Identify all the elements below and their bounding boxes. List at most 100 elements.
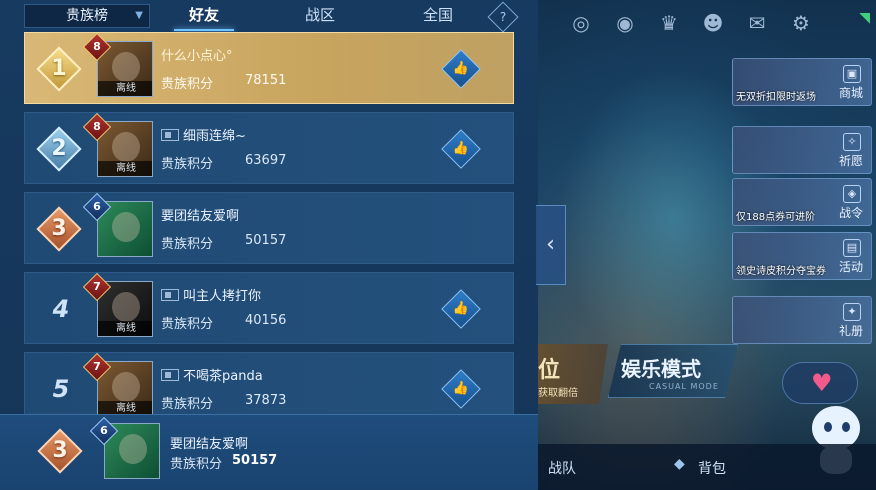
- mascot-eye: [824, 422, 832, 432]
- friends-icon[interactable]: ☻: [700, 10, 726, 36]
- spiral-icon[interactable]: ◎: [568, 10, 594, 36]
- side-card-battle-pass[interactable]: ◈ 仅188点券可进阶 战令: [732, 178, 872, 226]
- avatar-face: [112, 132, 140, 162]
- heart-bubble[interactable]: ♥: [782, 362, 858, 404]
- leaderboard-row[interactable]: 2 离线 8 细雨连绵~ 贵族积分 63697 👍: [24, 112, 514, 184]
- score-value: 40156: [245, 313, 287, 328]
- leaderboard-panel: 贵族榜 ▼ 好友 战区 全国 ? 1 离线 8 什么小点心° 贵族积分 7815…: [0, 0, 538, 490]
- casual-mode-subtitle: CASUAL MODE: [649, 382, 719, 391]
- eye-icon[interactable]: ◉: [612, 10, 638, 36]
- player-name-text: 要团结友爱啊: [161, 209, 240, 224]
- message-icon[interactable]: [161, 289, 179, 301]
- ranked-mode-button[interactable]: 位 获取翻倍: [538, 344, 608, 404]
- side-card-button-label: 祈愿: [838, 154, 863, 168]
- collapse-panel-button[interactable]: ‹: [536, 205, 566, 285]
- shop-icon: ▣: [843, 65, 861, 83]
- avatar-face: [119, 434, 147, 464]
- vip-level-number: 8: [93, 120, 101, 133]
- score-value: 78151: [245, 73, 287, 88]
- bag-button[interactable]: 背包: [698, 458, 726, 478]
- like-button[interactable]: 👍: [441, 129, 481, 169]
- score-label: 贵族积分: [161, 397, 214, 412]
- wifi-signal-icon: ◥: [859, 10, 870, 26]
- rank-number: 4: [52, 295, 70, 323]
- tab-region[interactable]: 战区: [280, 4, 360, 28]
- rank-number: 3: [52, 438, 68, 463]
- rank-badge-bronze: 3: [37, 428, 83, 474]
- mail-icon[interactable]: ✉: [744, 10, 770, 36]
- message-icon[interactable]: [161, 369, 179, 381]
- help-button[interactable]: ?: [487, 1, 519, 33]
- like-button[interactable]: 👍: [441, 49, 481, 89]
- tab-friends[interactable]: 好友: [164, 4, 244, 31]
- player-name-text: 叫主人拷打你: [183, 289, 262, 304]
- vip-level-badge: 8: [82, 112, 112, 142]
- vip-level-badge: 8: [82, 32, 112, 62]
- vip-level-number: 6: [100, 424, 108, 437]
- ranked-mode-subtitle: 获取翻倍: [538, 388, 578, 399]
- side-card-label: 仅188点券可进阶: [736, 212, 816, 223]
- battle-pass-icon: ◈: [843, 185, 861, 203]
- player-name: 细雨连绵~: [161, 125, 246, 144]
- score-label: 贵族积分: [161, 157, 214, 172]
- player-name: 什么小点心°: [161, 45, 233, 64]
- player-name: 不喝茶panda: [161, 365, 263, 384]
- thumbs-up-icon: 👍: [452, 141, 470, 156]
- side-card-events[interactable]: ▤ 领史诗皮积分夺宝券 活动: [732, 232, 872, 280]
- offline-label: 离线: [98, 81, 152, 96]
- rank-badge-gold: 1: [36, 46, 82, 92]
- rank-badge-silver: 2: [36, 126, 82, 172]
- score-label: 贵族积分: [161, 237, 214, 252]
- score-value: 37873: [245, 393, 287, 408]
- rank-number: 2: [51, 136, 67, 161]
- casual-mode-title: 娱乐模式: [621, 357, 701, 381]
- my-player-name: 要团结友爱啊: [170, 437, 249, 452]
- vip-level-number: 7: [93, 280, 101, 293]
- dropdown-label: 贵族榜: [66, 8, 108, 24]
- score-value: 63697: [245, 153, 287, 168]
- side-card-gift-book[interactable]: ✦ 礼册: [732, 296, 872, 344]
- heart-icon: ♥: [811, 369, 833, 397]
- thumbs-up-icon: 👍: [452, 381, 470, 396]
- player-name: 要团结友爱啊: [161, 205, 239, 224]
- chevron-left-icon: ‹: [546, 232, 555, 257]
- player-name-text: 什么小点心°: [161, 49, 233, 64]
- vip-level-badge: 7: [82, 352, 112, 382]
- leaderboard-type-dropdown[interactable]: 贵族榜 ▼: [24, 4, 150, 28]
- player-name: 叫主人拷打你: [161, 285, 261, 304]
- rank-number: 3: [51, 216, 67, 241]
- side-card-button-label: 活动: [838, 260, 863, 274]
- side-card-wish[interactable]: ✧ 祈愿: [732, 126, 872, 174]
- leaderboard-row[interactable]: 1 离线 8 什么小点心° 贵族积分 78151 👍: [24, 32, 514, 104]
- events-icon: ▤: [843, 239, 861, 257]
- bag-icon: ◆: [674, 456, 685, 472]
- thumbs-up-icon: 👍: [452, 301, 470, 316]
- vip-level-number: 7: [93, 360, 101, 373]
- like-button[interactable]: 👍: [441, 369, 481, 409]
- tab-national[interactable]: 全国: [398, 4, 478, 28]
- side-card-label: 领史诗皮积分夺宝券: [736, 266, 826, 277]
- team-button[interactable]: 战队: [548, 458, 576, 478]
- tab-bar: 贵族榜 ▼ 好友 战区 全国 ?: [0, 0, 538, 33]
- avatar-face: [112, 52, 140, 82]
- score-label: 贵族积分: [161, 77, 214, 92]
- leaderboard-row[interactable]: 4 离线 7 叫主人拷打你 贵族积分 40156 👍: [24, 272, 514, 344]
- side-card-button-label: 礼册: [838, 324, 863, 338]
- gear-icon[interactable]: ⚙: [788, 10, 814, 36]
- casual-mode-button[interactable]: 娱乐模式 CASUAL MODE: [608, 344, 738, 398]
- leaderboard-row[interactable]: 3 6 要团结友爱啊 贵族积分 50157: [24, 192, 514, 264]
- score-label: 贵族积分: [161, 317, 214, 332]
- trophy-icon[interactable]: ♛: [656, 10, 682, 36]
- vip-level-number: 8: [93, 40, 101, 53]
- side-card-button-label: 战令: [838, 206, 863, 220]
- vip-level-badge: 6: [82, 192, 112, 222]
- avatar-face: [112, 372, 140, 402]
- side-card-shop[interactable]: ▣ 无双折扣限时返场 商城: [732, 58, 872, 106]
- lobby-background: ◎ ◉ ♛ ☻ ✉ ⚙ ◥ ▣ 无双折扣限时返场 商城 ✧ 祈愿 ◈ 仅188点…: [538, 0, 876, 490]
- like-button[interactable]: 👍: [441, 289, 481, 329]
- message-icon[interactable]: [161, 129, 179, 141]
- vip-level-badge: 6: [89, 416, 119, 446]
- bottom-nav: 战队 ◆ 背包: [538, 444, 876, 490]
- offline-label: 离线: [98, 161, 152, 176]
- rank-badge-bronze: 3: [36, 206, 82, 252]
